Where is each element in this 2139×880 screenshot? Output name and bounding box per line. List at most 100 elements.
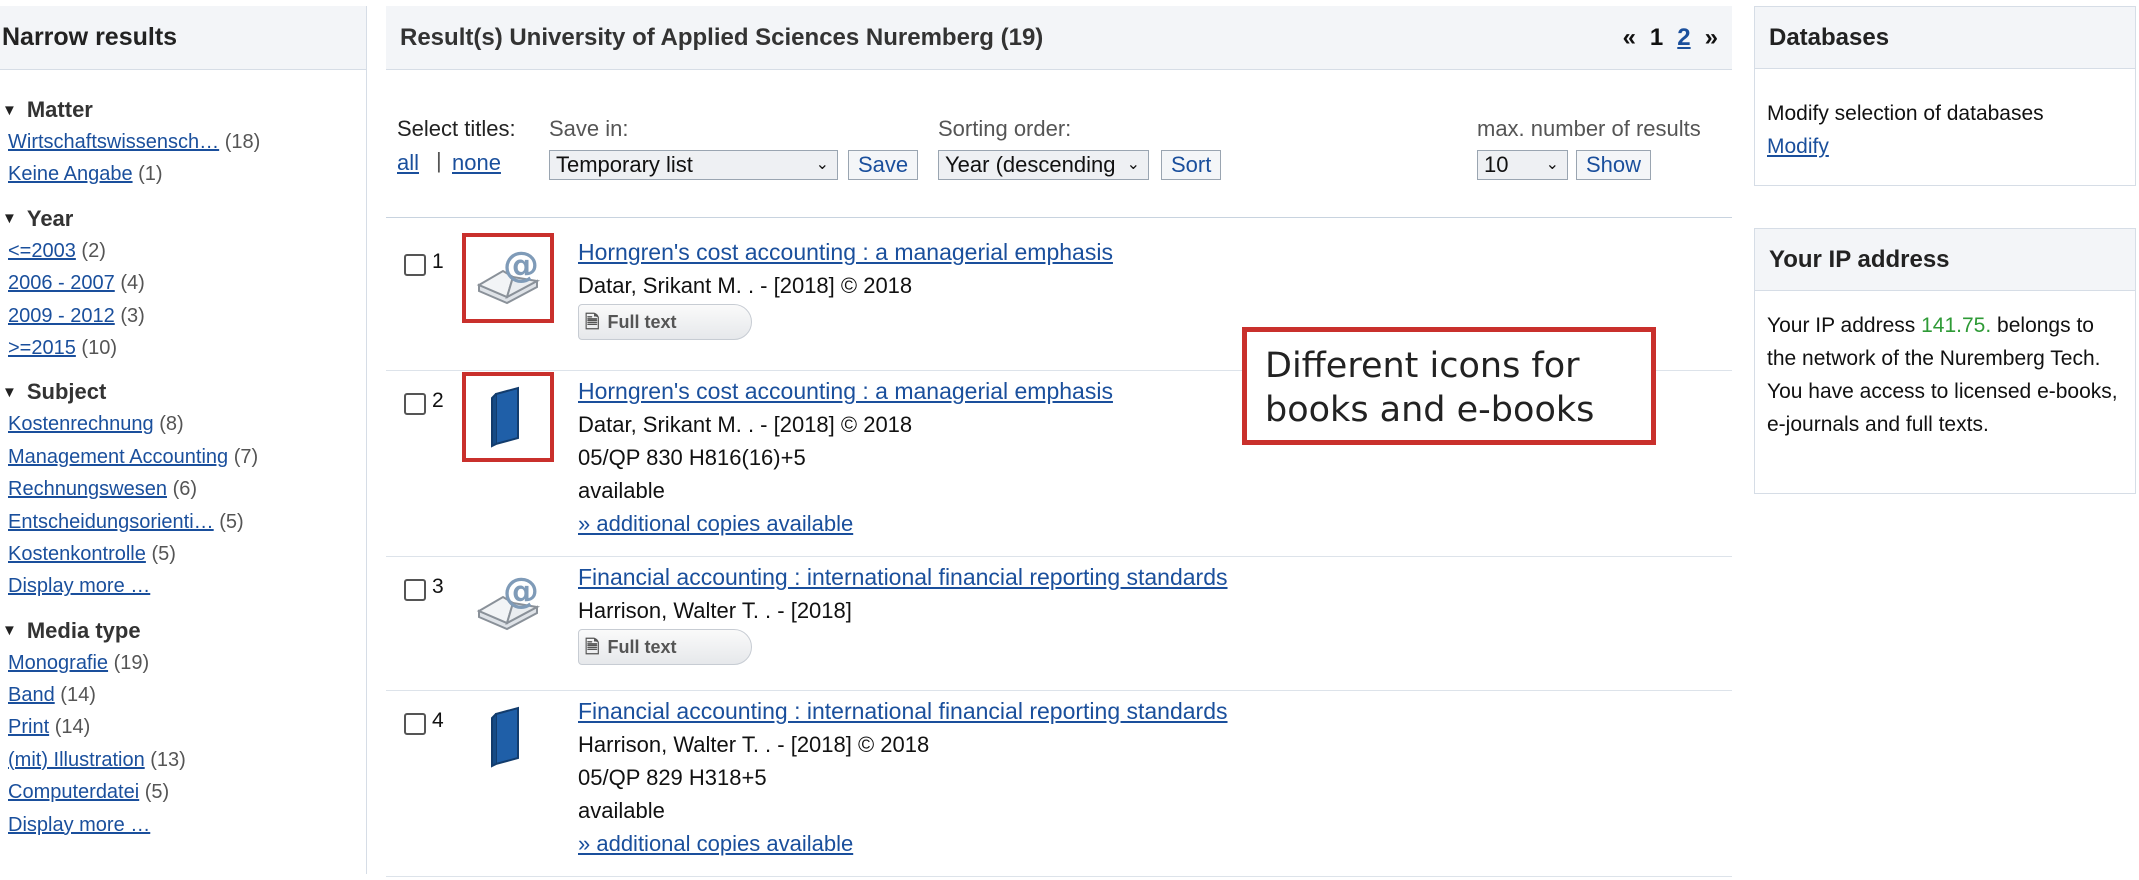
document-icon: 🗎 bbox=[585, 311, 600, 332]
result-title-link[interactable]: Horngren's cost accounting : a manageria… bbox=[578, 239, 1113, 265]
sorting-order-label: Sorting order: bbox=[938, 116, 1072, 141]
facet-title-subject[interactable]: ▼ Subject bbox=[2, 376, 366, 408]
availability-status: available bbox=[578, 478, 665, 503]
availability-status: available bbox=[578, 798, 665, 823]
full-text-button[interactable]: 🗎 Full text bbox=[578, 304, 752, 340]
databases-panel: Databases Modify selection of databases … bbox=[1754, 6, 2136, 186]
call-number: 05/QP 829 H318+5 bbox=[578, 765, 767, 790]
result-item: 4 Financial accounting : international f… bbox=[386, 691, 1732, 877]
facet-count: (19) bbox=[113, 651, 150, 674]
sorting-order-select[interactable]: Year (descending ⌄ bbox=[938, 150, 1149, 180]
ebook-icon: @ bbox=[462, 233, 554, 323]
ip-address-value: 141.75. bbox=[1921, 314, 1992, 337]
sidebar-title: Narrow results bbox=[0, 6, 366, 70]
result-body: Financial accounting : international fin… bbox=[578, 695, 1228, 860]
display-more-link[interactable]: Display more … bbox=[8, 814, 150, 836]
result-body: Financial accounting : international fin… bbox=[578, 561, 1228, 665]
facet-count: (6) bbox=[172, 478, 198, 501]
max-results-label: max. number of results bbox=[1477, 116, 1701, 141]
full-text-label: Full text bbox=[607, 311, 677, 332]
facet-link[interactable]: Keine Angabe bbox=[8, 163, 133, 185]
modify-databases-link[interactable]: Modify bbox=[1767, 135, 1829, 158]
annotation-callout: Different icons for books and e-books bbox=[1242, 327, 1656, 445]
save-button[interactable]: Save bbox=[848, 150, 919, 180]
result-title-link[interactable]: Financial accounting : international fin… bbox=[578, 698, 1228, 724]
save-in-select[interactable]: Temporary list ⌄ bbox=[549, 150, 838, 180]
show-button[interactable]: Show bbox=[1576, 150, 1652, 180]
facet-link[interactable]: Kostenkontrolle bbox=[8, 543, 146, 565]
result-title-link[interactable]: Horngren's cost accounting : a manageria… bbox=[578, 378, 1113, 404]
result-author: Datar, Srikant M. . - [2018] © 2018 bbox=[578, 412, 913, 437]
sorting-order-value: Year (descending bbox=[945, 152, 1116, 177]
chevron-down-icon: ⌄ bbox=[1126, 156, 1140, 173]
databases-body: Modify selection of databases Modify bbox=[1755, 69, 2135, 181]
additional-copies-link[interactable]: » additional copies available bbox=[578, 831, 853, 856]
facet-item: Band (14) bbox=[8, 679, 366, 711]
result-title-link[interactable]: Financial accounting : international fin… bbox=[578, 564, 1228, 590]
facet-list: ▼ Matter Wirtschaftswissensch… (18) Keine… bbox=[0, 70, 366, 841]
facet-title-year[interactable]: ▼ Year bbox=[2, 203, 366, 235]
caret-down-icon: ▼ bbox=[2, 622, 17, 640]
facet-link[interactable]: >=2015 bbox=[8, 337, 76, 359]
facet-item: 2006 - 2007 (4) bbox=[8, 267, 366, 299]
facet-link[interactable]: Rechnungswesen bbox=[8, 478, 167, 500]
facet-link[interactable]: Computerdatei bbox=[8, 781, 139, 803]
facet-count: (2) bbox=[81, 239, 106, 262]
facet-item: (mit) Illustration (13) bbox=[8, 744, 366, 776]
facet-subject: ▼ Subject Kostenrechnung (8) Management A… bbox=[2, 376, 366, 602]
facet-link[interactable]: Monografie bbox=[8, 652, 108, 674]
facet-item: Display more … bbox=[8, 809, 366, 841]
caret-down-icon: ▼ bbox=[2, 210, 17, 228]
facet-item: Entscheidungsorienti… (5) bbox=[8, 506, 366, 538]
full-text-button[interactable]: 🗎 Full text bbox=[578, 629, 752, 665]
facet-item: <=2003 (2) bbox=[8, 235, 366, 267]
facet-item: Monografie (19) bbox=[8, 647, 366, 679]
facet-item: Display more … bbox=[8, 570, 366, 602]
book-icon bbox=[462, 372, 554, 462]
facet-item: 2009 - 2012 (3) bbox=[8, 300, 366, 332]
display-more-link[interactable]: Display more … bbox=[8, 575, 150, 597]
facet-title-media-type[interactable]: ▼ Media type bbox=[2, 615, 366, 647]
facet-link[interactable]: Band bbox=[8, 684, 55, 706]
facet-year: ▼ Year <=2003 (2) 2006 - 2007 (4) 2009 - … bbox=[2, 203, 366, 365]
facet-link[interactable]: Entscheidungsorienti… bbox=[8, 511, 214, 533]
additional-copies-link[interactable]: » additional copies available bbox=[578, 511, 853, 536]
max-results-select[interactable]: 10 ⌄ bbox=[1477, 150, 1568, 180]
result-checkbox[interactable] bbox=[404, 254, 426, 276]
facet-link[interactable]: <=2003 bbox=[8, 240, 76, 262]
result-number: 3 bbox=[432, 575, 444, 598]
facet-title-label: Subject bbox=[26, 379, 107, 405]
facet-title-matter[interactable]: ▼ Matter bbox=[2, 94, 366, 126]
facet-link[interactable]: Management Accounting bbox=[8, 446, 228, 468]
result-checkbox[interactable] bbox=[404, 713, 426, 735]
results-title: Result(s) University of Applied Sciences… bbox=[400, 23, 1044, 51]
facet-count: (4) bbox=[120, 272, 145, 295]
facet-item: Rechnungswesen (6) bbox=[8, 473, 366, 505]
document-icon: 🗎 bbox=[585, 636, 600, 657]
svg-text:@: @ bbox=[503, 247, 539, 286]
facet-item: Keine Angabe (1) bbox=[8, 158, 366, 190]
result-number: 2 bbox=[432, 389, 444, 412]
facet-link[interactable]: Print bbox=[8, 716, 49, 738]
pager-prev[interactable]: « bbox=[1623, 24, 1636, 52]
pager-next[interactable]: » bbox=[1705, 24, 1718, 52]
pager: « 1 2 » bbox=[1623, 24, 1718, 52]
select-titles-label: Select titles: bbox=[397, 116, 516, 141]
facet-link[interactable]: 2009 - 2012 bbox=[8, 305, 115, 327]
facet-link[interactable]: Wirtschaftswissensch… bbox=[8, 131, 219, 153]
select-all-link[interactable]: all bbox=[397, 150, 419, 176]
select-none-link[interactable]: none bbox=[452, 150, 501, 176]
chevron-down-icon: ⌄ bbox=[1545, 156, 1559, 173]
pager-page-link[interactable]: 2 bbox=[1677, 24, 1690, 52]
facet-link[interactable]: (mit) Illustration bbox=[8, 749, 145, 771]
result-checkbox[interactable] bbox=[404, 579, 426, 601]
databases-text: Modify selection of databases bbox=[1767, 102, 2044, 125]
facet-link[interactable]: 2006 - 2007 bbox=[8, 272, 115, 294]
result-checkbox[interactable] bbox=[404, 393, 426, 415]
sort-button[interactable]: Sort bbox=[1161, 150, 1222, 180]
chevron-down-icon: ⌄ bbox=[815, 156, 829, 173]
result-body: Horngren's cost accounting : a manageria… bbox=[578, 236, 1113, 340]
save-in-label: Save in: bbox=[549, 116, 629, 141]
pager-current-page: 1 bbox=[1649, 23, 1664, 51]
facet-link[interactable]: Kostenrechnung bbox=[8, 413, 154, 435]
